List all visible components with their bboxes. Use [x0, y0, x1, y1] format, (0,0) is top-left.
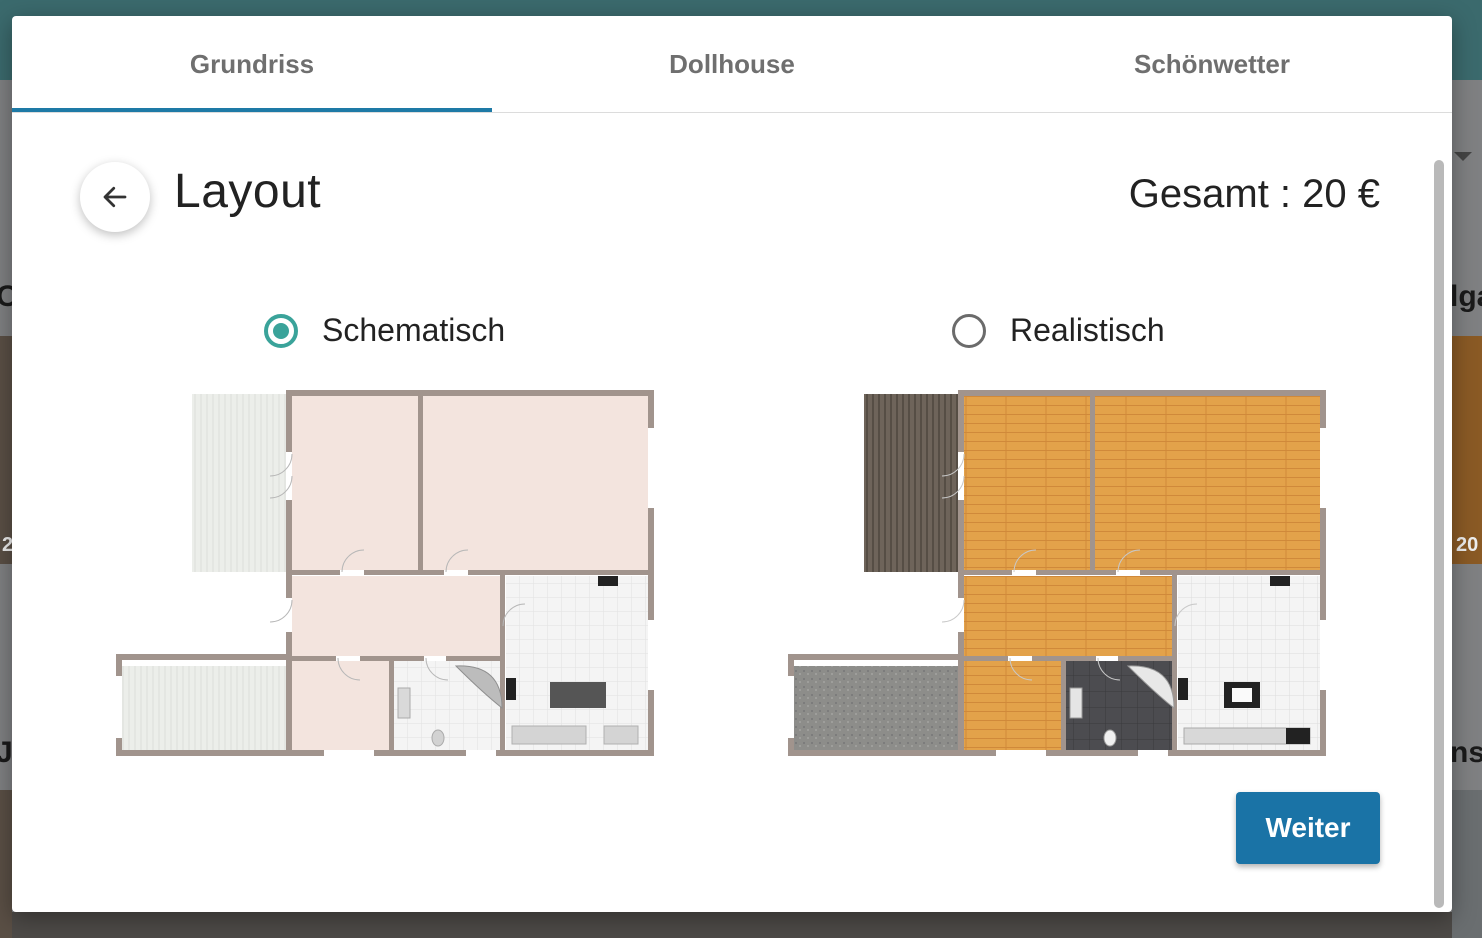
scrollbar[interactable]	[1432, 160, 1446, 908]
tab-grundriss[interactable]: Grundriss	[12, 16, 492, 112]
background-card-image	[1452, 790, 1482, 938]
total-price: Gesamt : 20 €	[1128, 172, 1380, 216]
next-button[interactable]: Weiter	[1236, 792, 1380, 864]
background-card-image	[0, 790, 12, 938]
back-button[interactable]	[80, 162, 150, 232]
realistic-floorplan-image[interactable]	[786, 388, 1326, 756]
tab-schoenwetter[interactable]: Schönwetter	[972, 16, 1452, 112]
radio-realistisch[interactable]: Realistisch	[952, 312, 1165, 349]
radio-unselected-indicator[interactable]	[952, 313, 986, 348]
radio-label: Schematisch	[322, 312, 506, 348]
background-card-image	[0, 336, 12, 564]
background-text: ns	[1450, 736, 1482, 769]
active-tab-indicator	[12, 108, 492, 112]
radio-schematisch[interactable]: Schematisch	[264, 312, 505, 349]
chevron-down-icon	[1454, 152, 1472, 161]
tab-dollhouse[interactable]: Dollhouse	[492, 16, 972, 112]
tab-bar: Grundriss Dollhouse Schönwetter	[12, 16, 1452, 113]
page-title: Layout	[174, 165, 322, 218]
scrollbar-thumb[interactable]	[1434, 160, 1444, 908]
background-card-image	[1452, 336, 1482, 564]
background-text: lga	[1450, 280, 1482, 313]
radio-label: Realistisch	[1010, 312, 1165, 348]
background-text: J	[0, 736, 13, 769]
background-text: 20	[1456, 534, 1479, 556]
radio-selected-indicator[interactable]	[264, 313, 298, 348]
arrow-left-icon	[103, 186, 127, 208]
floorplan-dialog: Grundriss Dollhouse Schönwetter Layout G…	[12, 16, 1452, 912]
background-card-strip	[12, 912, 1452, 938]
schematic-floorplan-image[interactable]	[114, 388, 654, 756]
